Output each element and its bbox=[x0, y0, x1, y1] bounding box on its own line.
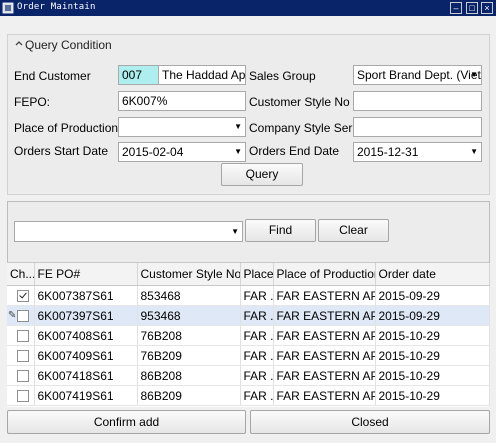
orders-start-date-picker[interactable]: 2015-02-04 ▼ bbox=[118, 142, 246, 162]
place-of-production-cell: FAR EASTERN APPARE... bbox=[273, 385, 376, 406]
order-date-cell: 2015-10-29 bbox=[375, 345, 490, 366]
clear-button[interactable]: Clear bbox=[318, 219, 389, 242]
row-checkbox[interactable] bbox=[17, 290, 29, 303]
order-date-cell: 2015-10-29 bbox=[375, 385, 490, 406]
fe-po-cell: 6K007409S61 bbox=[34, 345, 138, 366]
dropdown-arrow-icon: ▼ bbox=[234, 147, 242, 156]
fepo-label: FEPO: bbox=[14, 95, 51, 109]
end-customer-code-field[interactable]: 007 bbox=[118, 65, 160, 85]
maximize-icon: □ bbox=[469, 3, 475, 13]
order-maintain-window: Order Maintain – □ × Query Condition End… bbox=[0, 0, 496, 443]
row-checkbox[interactable] bbox=[17, 310, 29, 323]
place-short-cell: FAR ... bbox=[240, 325, 274, 346]
maximize-button[interactable]: □ bbox=[466, 2, 478, 14]
query-condition-header[interactable]: Query Condition bbox=[8, 35, 489, 55]
minimize-icon: – bbox=[453, 3, 459, 13]
orders-start-date-value: 2015-02-04 bbox=[122, 145, 184, 159]
orders-end-date-value: 2015-12-31 bbox=[357, 145, 419, 159]
orders-end-date-label: Orders End Date bbox=[249, 144, 340, 158]
column-header-order-date[interactable]: Order date bbox=[375, 263, 490, 286]
customer-style-cell: 76B208 bbox=[137, 325, 241, 346]
row-checkbox[interactable] bbox=[17, 350, 29, 363]
column-header-fe-po[interactable]: FE PO# bbox=[34, 263, 138, 286]
row-checkbox[interactable] bbox=[17, 390, 29, 403]
customer-style-cell: 76B209 bbox=[137, 345, 241, 366]
close-icon: × bbox=[484, 3, 490, 13]
place-of-production-select[interactable]: ▼ bbox=[118, 117, 246, 137]
end-customer-name-field[interactable]: The Haddad Apparel bbox=[158, 65, 246, 85]
fepo-field[interactable]: 6K007% bbox=[118, 91, 246, 111]
table-row[interactable]: 6K007418S61 86B208 FAR ... FAR EASTERN A… bbox=[7, 365, 490, 386]
orders-end-date-picker[interactable]: 2015-12-31 ▼ bbox=[353, 142, 482, 162]
place-of-production-label: Place of Production bbox=[14, 121, 119, 135]
confirm-add-button[interactable]: Confirm add bbox=[7, 410, 246, 434]
sales-group-value: Sport Brand Dept. (Vietna bbox=[357, 68, 482, 82]
customer-style-field[interactable] bbox=[353, 91, 482, 111]
column-header-place-short[interactable]: Place... bbox=[240, 263, 274, 286]
place-of-production-cell: FAR EASTERN APPARE... bbox=[273, 365, 376, 386]
orders-start-date-label: Orders Start Date bbox=[14, 144, 109, 158]
query-condition-title: Query Condition bbox=[25, 38, 112, 52]
end-customer-code: 007 bbox=[122, 68, 143, 82]
column-header-check[interactable]: Ch... bbox=[7, 263, 35, 286]
table-row[interactable]: 6K007419S61 86B209 FAR ... FAR EASTERN A… bbox=[7, 385, 490, 406]
place-short-cell: FAR ... bbox=[240, 285, 274, 306]
orders-grid: Ch... FE PO# Customer Style No Place... … bbox=[7, 262, 490, 407]
fe-po-cell: 6K007419S61 bbox=[34, 385, 138, 406]
dropdown-arrow-icon: ▼ bbox=[231, 227, 239, 236]
dropdown-arrow-icon: ▼ bbox=[470, 147, 478, 156]
app-icon bbox=[2, 2, 14, 14]
sales-group-select[interactable]: Sport Brand Dept. (Vietna ▼ bbox=[353, 65, 482, 85]
grid-header-row: Ch... FE PO# Customer Style No Place... … bbox=[7, 263, 490, 286]
place-short-cell: FAR ... bbox=[240, 365, 274, 386]
fepo-value: 6K007% bbox=[122, 94, 168, 108]
company-style-serial-field[interactable] bbox=[353, 117, 482, 137]
place-short-cell: FAR ... bbox=[240, 305, 274, 326]
closed-button[interactable]: Closed bbox=[250, 410, 490, 434]
customer-style-cell: 953468 bbox=[137, 305, 241, 326]
minimize-button[interactable]: – bbox=[450, 2, 462, 14]
end-customer-label: End Customer bbox=[14, 69, 91, 83]
place-of-production-cell: FAR EASTERN APPARE... bbox=[273, 345, 376, 366]
orders-table: Ch... FE PO# Customer Style No Place... … bbox=[7, 263, 490, 406]
row-checkbox[interactable] bbox=[17, 370, 29, 383]
order-date-cell: 2015-10-29 bbox=[375, 365, 490, 386]
column-header-customer-style[interactable]: Customer Style No bbox=[137, 263, 241, 286]
sales-group-label: Sales Group bbox=[249, 69, 316, 83]
fe-po-cell: 6K007387S61 bbox=[34, 285, 138, 306]
order-date-cell: 2015-10-29 bbox=[375, 325, 490, 346]
query-button[interactable]: Query bbox=[221, 163, 303, 186]
fe-po-cell: 6K007418S61 bbox=[34, 365, 138, 386]
customer-style-cell: 86B209 bbox=[137, 385, 241, 406]
dropdown-arrow-icon: ▼ bbox=[234, 122, 242, 131]
place-of-production-cell: FAR EASTERN APPARE... bbox=[273, 285, 376, 306]
find-button[interactable]: Find bbox=[245, 219, 316, 242]
fe-po-cell: 6K007397S61 bbox=[34, 305, 138, 326]
filter-select[interactable]: ▼ bbox=[14, 221, 243, 242]
customer-style-cell: 853468 bbox=[137, 285, 241, 306]
fe-po-cell: 6K007408S61 bbox=[34, 325, 138, 346]
dropdown-arrow-icon: ▼ bbox=[470, 70, 478, 79]
order-date-cell: 2015-09-29 bbox=[375, 285, 490, 306]
end-customer-name: The Haddad Apparel bbox=[162, 68, 246, 82]
chevron-up-icon[interactable] bbox=[15, 39, 23, 49]
table-row[interactable]: 6K007387S61 853468 FAR ... FAR EASTERN A… bbox=[7, 285, 490, 306]
pencil-icon: ✎ bbox=[8, 310, 17, 321]
table-row[interactable]: ✎ 6K007397S61 953468 FAR ... FAR EASTERN… bbox=[7, 305, 490, 326]
column-header-place-of-production[interactable]: Place of Production bbox=[273, 263, 376, 286]
close-button[interactable]: × bbox=[481, 2, 493, 14]
place-of-production-cell: FAR EASTERN APPARE... bbox=[273, 305, 376, 326]
table-row[interactable]: 6K007409S61 76B209 FAR ... FAR EASTERN A… bbox=[7, 345, 490, 366]
place-short-cell: FAR ... bbox=[240, 345, 274, 366]
order-date-cell: 2015-09-29 bbox=[375, 305, 490, 326]
place-short-cell: FAR ... bbox=[240, 385, 274, 406]
row-checkbox[interactable] bbox=[17, 330, 29, 343]
window-title: Order Maintain bbox=[17, 2, 96, 12]
table-row[interactable]: 6K007408S61 76B208 FAR ... FAR EASTERN A… bbox=[7, 325, 490, 346]
customer-style-cell: 86B208 bbox=[137, 365, 241, 386]
place-of-production-cell: FAR EASTERN APPARE... bbox=[273, 325, 376, 346]
customer-style-label: Customer Style No bbox=[249, 95, 350, 109]
title-bar[interactable]: Order Maintain – □ × bbox=[0, 0, 496, 16]
